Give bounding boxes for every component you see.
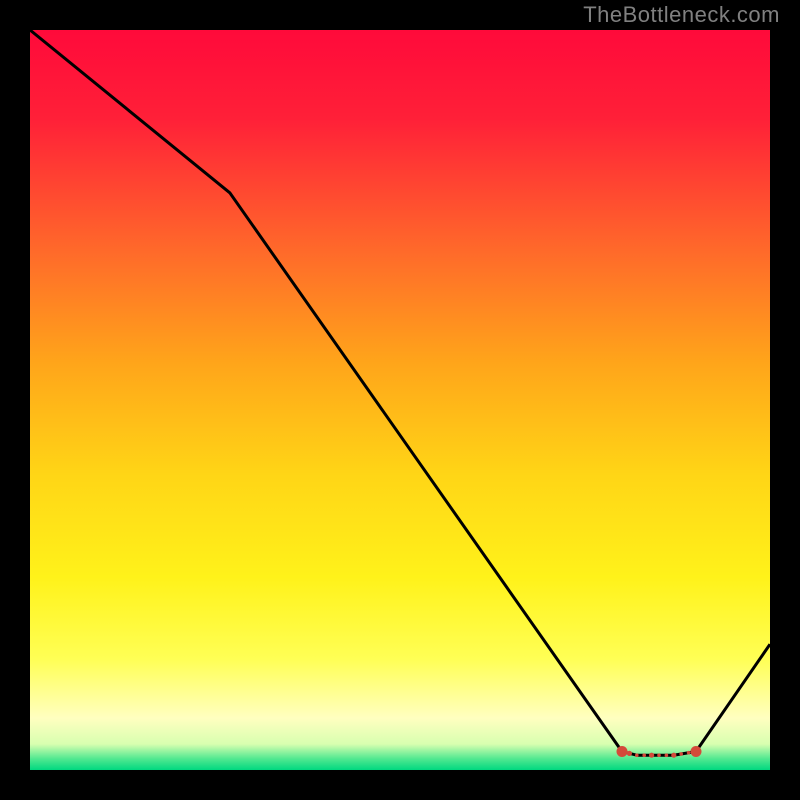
flat-marker-dot	[657, 753, 661, 757]
flat-marker-dot	[687, 751, 691, 755]
flat-marker-endpoint	[617, 746, 628, 757]
gradient-background	[30, 30, 770, 770]
flat-marker-dot	[671, 753, 676, 758]
chart-plot	[30, 30, 770, 770]
flat-marker-endpoint	[691, 746, 702, 757]
flat-marker-dot	[635, 753, 639, 757]
chart-frame: TheBottleneck.com	[0, 0, 800, 800]
flat-marker-dot	[679, 752, 683, 756]
flat-marker-dot	[665, 753, 669, 757]
flat-marker-dot	[642, 753, 646, 757]
flat-marker-dot	[649, 753, 654, 758]
watermark-text: TheBottleneck.com	[583, 2, 780, 28]
flat-marker-dot	[627, 751, 632, 756]
